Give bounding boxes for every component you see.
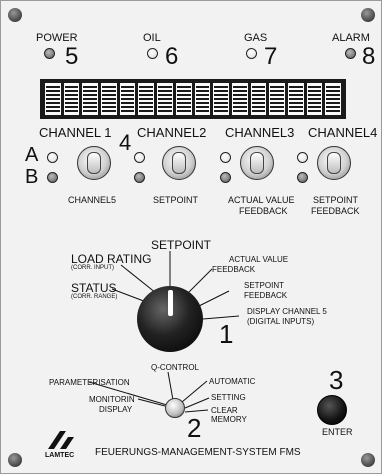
memory-label: MEMORY: [211, 415, 247, 424]
system-title: FEUERUNGS-MANAGEMENT-SYSTEM FMS: [95, 447, 301, 458]
setpoint-feedback-rotary-label: FEEDBACK: [244, 291, 288, 300]
load-rating-sub-label: (CORR. INPUT): [71, 265, 114, 271]
clear-label: CLEAR: [211, 406, 238, 415]
control-panel: POWER 5 OIL 6 GAS 7 ALARM 8 CHANNEL 1 CH…: [0, 0, 382, 474]
load-rating-label: LOAD RATING: [71, 252, 152, 266]
mode-selector-switch[interactable]: [165, 398, 185, 418]
parameterisation-label: PARAMETERISATION: [49, 378, 130, 387]
actual-value-label: ACTUAL VALUE: [229, 255, 289, 264]
automatic-label: AUTOMATIC: [209, 377, 256, 386]
enter-button[interactable]: [317, 395, 347, 425]
actual-value-feedback-rotary-label: FEEDBACK: [212, 265, 256, 274]
setpoint-feedback-label: SETPOINT: [244, 281, 285, 290]
status-label: STATUS: [71, 281, 117, 295]
setpoint-position-label: SETPOINT: [151, 238, 212, 252]
status-sub-label: (CORR. RANGE): [71, 294, 118, 300]
rotary-display-knob[interactable]: [137, 286, 203, 352]
monitorin-label: MONITORIN: [89, 395, 135, 404]
display-label: DISPLAY: [99, 405, 133, 414]
brand-label: LAMTEC: [45, 452, 75, 459]
enter-number: 3: [329, 365, 344, 395]
enter-label: ENTER: [322, 427, 353, 437]
lamtec-logo-icon: [48, 431, 74, 449]
setting-label: SETTING: [211, 393, 246, 402]
digital-inputs-label: (DIGITAL INPUTS): [247, 317, 315, 326]
display-channel-5-label: DISPLAY CHANNEL 5: [247, 307, 327, 316]
q-control-label: Q-CONTROL: [151, 363, 199, 372]
rotary-number: 1: [219, 319, 234, 349]
mode-selector-number: 2: [187, 413, 202, 443]
